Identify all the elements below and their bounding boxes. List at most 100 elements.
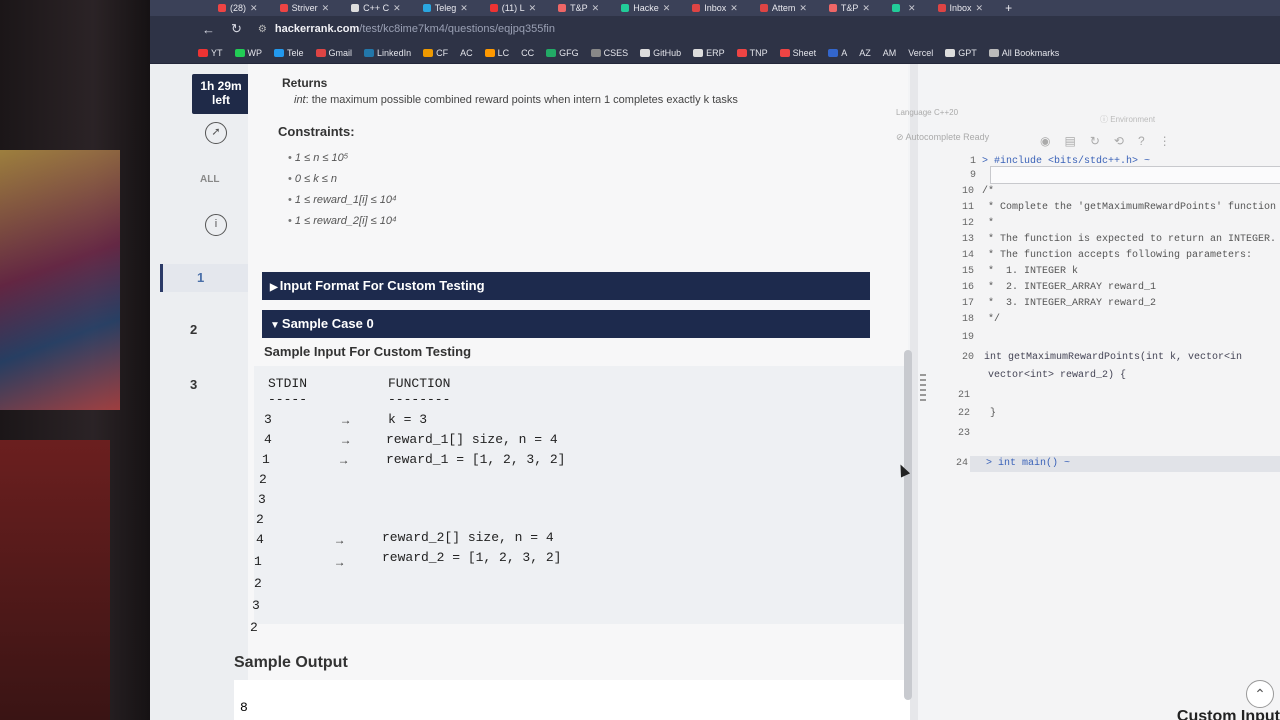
- bookmark-linkedin[interactable]: LinkedIn: [364, 48, 411, 58]
- sample-case-toggle[interactable]: ▼ Sample Case 0: [262, 310, 870, 338]
- browser-tab[interactable]: (28) ✕: [210, 1, 266, 15]
- code-line: int getMaximumRewardPoints(int k, vector…: [984, 352, 1243, 363]
- new-tab-button[interactable]: +: [997, 1, 1020, 15]
- gmail-icon: [759, 4, 768, 12]
- problem-scrollbar[interactable]: [904, 350, 912, 700]
- stdin-value: 3: [252, 598, 260, 613]
- bookmark-cf[interactable]: CF: [423, 48, 448, 58]
- navigate-icon[interactable]: ➚: [205, 122, 227, 144]
- close-tab-icon[interactable]: ✕: [799, 3, 807, 14]
- url-host: hackerrank.com: [274, 23, 360, 35]
- bookmark-cses[interactable]: CSES: [590, 48, 628, 58]
- all-bookmarks[interactable]: All Bookmarks: [988, 48, 1059, 58]
- close-tab-icon[interactable]: ✕: [250, 3, 258, 14]
- bookmark-tnp[interactable]: TNP: [736, 48, 768, 58]
- close-tab-icon[interactable]: ✕: [592, 3, 600, 14]
- function-line: k = 3: [388, 412, 428, 427]
- code-area[interactable]: 1 > #include <bits/stdc++.h> ~ 9 10 /* 1…: [940, 156, 1280, 720]
- reset-icon[interactable]: ⟲: [1114, 134, 1124, 148]
- code-line: * The function is expected to return an …: [982, 234, 1277, 245]
- line-number: 1: [969, 156, 976, 167]
- browser-tab[interactable]: Striver ✕: [272, 1, 338, 15]
- all-questions-label[interactable]: ALL: [200, 174, 219, 185]
- bookmark-cc[interactable]: CC: [521, 48, 534, 58]
- site-settings-icon[interactable]: ⚙: [258, 24, 267, 35]
- line-number: 15: [961, 266, 974, 277]
- bookmark-yt[interactable]: YT: [198, 48, 223, 58]
- gmail-icon: [692, 4, 701, 12]
- close-tab-icon[interactable]: ✕: [529, 3, 537, 14]
- bookmark-tele[interactable]: Tele: [274, 48, 304, 58]
- settings-icon[interactable]: ▤: [1064, 134, 1075, 148]
- function-divider: --------: [388, 392, 451, 407]
- bookmark-gpt[interactable]: GPT: [945, 48, 977, 58]
- line-number: 20: [961, 352, 974, 363]
- browser-tab[interactable]: Attem ✕: [752, 1, 815, 15]
- close-tab-icon[interactable]: ✕: [393, 3, 401, 14]
- bookmark-a[interactable]: A: [828, 48, 847, 58]
- youtube-icon: [279, 4, 288, 12]
- bookmarks-bar: YT WP Tele Gmail LinkedIn CF AC LC CC GF…: [150, 42, 1280, 64]
- arrow-icon: →: [342, 434, 350, 448]
- returns-title: Returns: [282, 76, 328, 90]
- more-icon[interactable]: ⋮: [1159, 134, 1171, 148]
- custom-input-label[interactable]: Custom Input: [1177, 708, 1280, 720]
- reload-icon[interactable]: ↻: [231, 21, 242, 37]
- browser-tab[interactable]: T&P ✕: [821, 1, 878, 15]
- close-tab-icon[interactable]: ✕: [663, 3, 671, 14]
- help-icon[interactable]: ?: [1138, 134, 1145, 148]
- question-2[interactable]: 2: [190, 322, 230, 337]
- bookmark-ac[interactable]: AC: [460, 48, 473, 58]
- stdin-value: 2: [254, 576, 262, 591]
- environment-button[interactable]: ⓘ Environment: [1100, 114, 1155, 125]
- theme-icon[interactable]: ◉: [1040, 134, 1050, 148]
- close-tab-icon[interactable]: ✕: [460, 3, 468, 14]
- bookmark-wp[interactable]: WP: [234, 48, 262, 58]
- bookmark-lc[interactable]: LC: [484, 48, 509, 58]
- gfg-icon: [546, 48, 557, 57]
- history-icon[interactable]: ↻: [1090, 134, 1100, 148]
- close-tab-icon[interactable]: ✕: [908, 3, 916, 14]
- constraint-item: 1 ≤ n ≤ 10⁵: [288, 152, 397, 173]
- close-tab-icon[interactable]: ✕: [862, 3, 870, 14]
- close-tab-icon[interactable]: ✕: [322, 3, 330, 14]
- line-number: 24: [955, 458, 968, 469]
- line-number: 11: [961, 202, 974, 213]
- address-bar[interactable]: ⚙ hackerrank.com/test/kc8ime7km4/questio…: [258, 23, 555, 35]
- question-1[interactable]: 1: [160, 264, 248, 292]
- browser-tab[interactable]: T&P ✕: [550, 1, 607, 15]
- language-label: Language: [896, 108, 932, 117]
- sample-input-title: Sample Input For Custom Testing: [264, 344, 472, 359]
- close-tab-icon[interactable]: ✕: [730, 3, 738, 14]
- browser-tab[interactable]: Teleg ✕: [415, 1, 476, 15]
- input-format-toggle[interactable]: ▶ Input Format For Custom Testing: [262, 272, 870, 300]
- bookmark-gmail[interactable]: Gmail: [315, 48, 352, 58]
- bookmark-erp[interactable]: ERP: [693, 48, 725, 58]
- info-icon[interactable]: i: [205, 214, 227, 236]
- browser-tab[interactable]: Inbox ✕: [684, 1, 746, 15]
- browser-tab[interactable]: (11) L ✕: [482, 1, 544, 15]
- bookmark-az[interactable]: AZ: [859, 48, 871, 58]
- bookmark-github[interactable]: GitHub: [640, 48, 681, 58]
- language-select[interactable]: C++20: [934, 108, 958, 117]
- browser-tab[interactable]: Inbox ✕: [930, 1, 992, 15]
- bookmark-gfg[interactable]: GFG: [546, 48, 579, 58]
- browser-tab[interactable]: Hacke ✕: [613, 1, 678, 15]
- bookmark-vercel[interactable]: Vercel: [908, 48, 933, 58]
- constraint-item: 1 ≤ reward_2[i] ≤ 10⁴: [288, 215, 397, 236]
- tab-bar: (28) ✕ Striver ✕ C++ C ✕ Teleg ✕ (11) L ✕ T&P…: [150, 0, 1280, 16]
- back-icon[interactable]: ←: [202, 22, 215, 37]
- autocomplete-toggle[interactable]: ⊘ Autocomplete Ready: [896, 132, 989, 143]
- resize-handle-icon[interactable]: [920, 374, 926, 404]
- close-tab-icon[interactable]: ✕: [976, 3, 984, 14]
- question-3[interactable]: 3: [190, 377, 230, 392]
- function-line: reward_2 = [1, 2, 3, 2]: [382, 550, 562, 565]
- bookmark-am[interactable]: AM: [883, 48, 897, 58]
- browser-tab[interactable]: C++ C ✕: [343, 1, 409, 15]
- scroll-up-icon[interactable]: ⌃: [1246, 680, 1274, 708]
- function-line: reward_2[] size, n = 4: [382, 530, 554, 545]
- browser-tab[interactable]: ✕: [884, 1, 924, 15]
- folder-icon: [988, 48, 999, 57]
- bookmark-sheet[interactable]: Sheet: [779, 48, 816, 58]
- arrow-icon: →: [342, 414, 350, 428]
